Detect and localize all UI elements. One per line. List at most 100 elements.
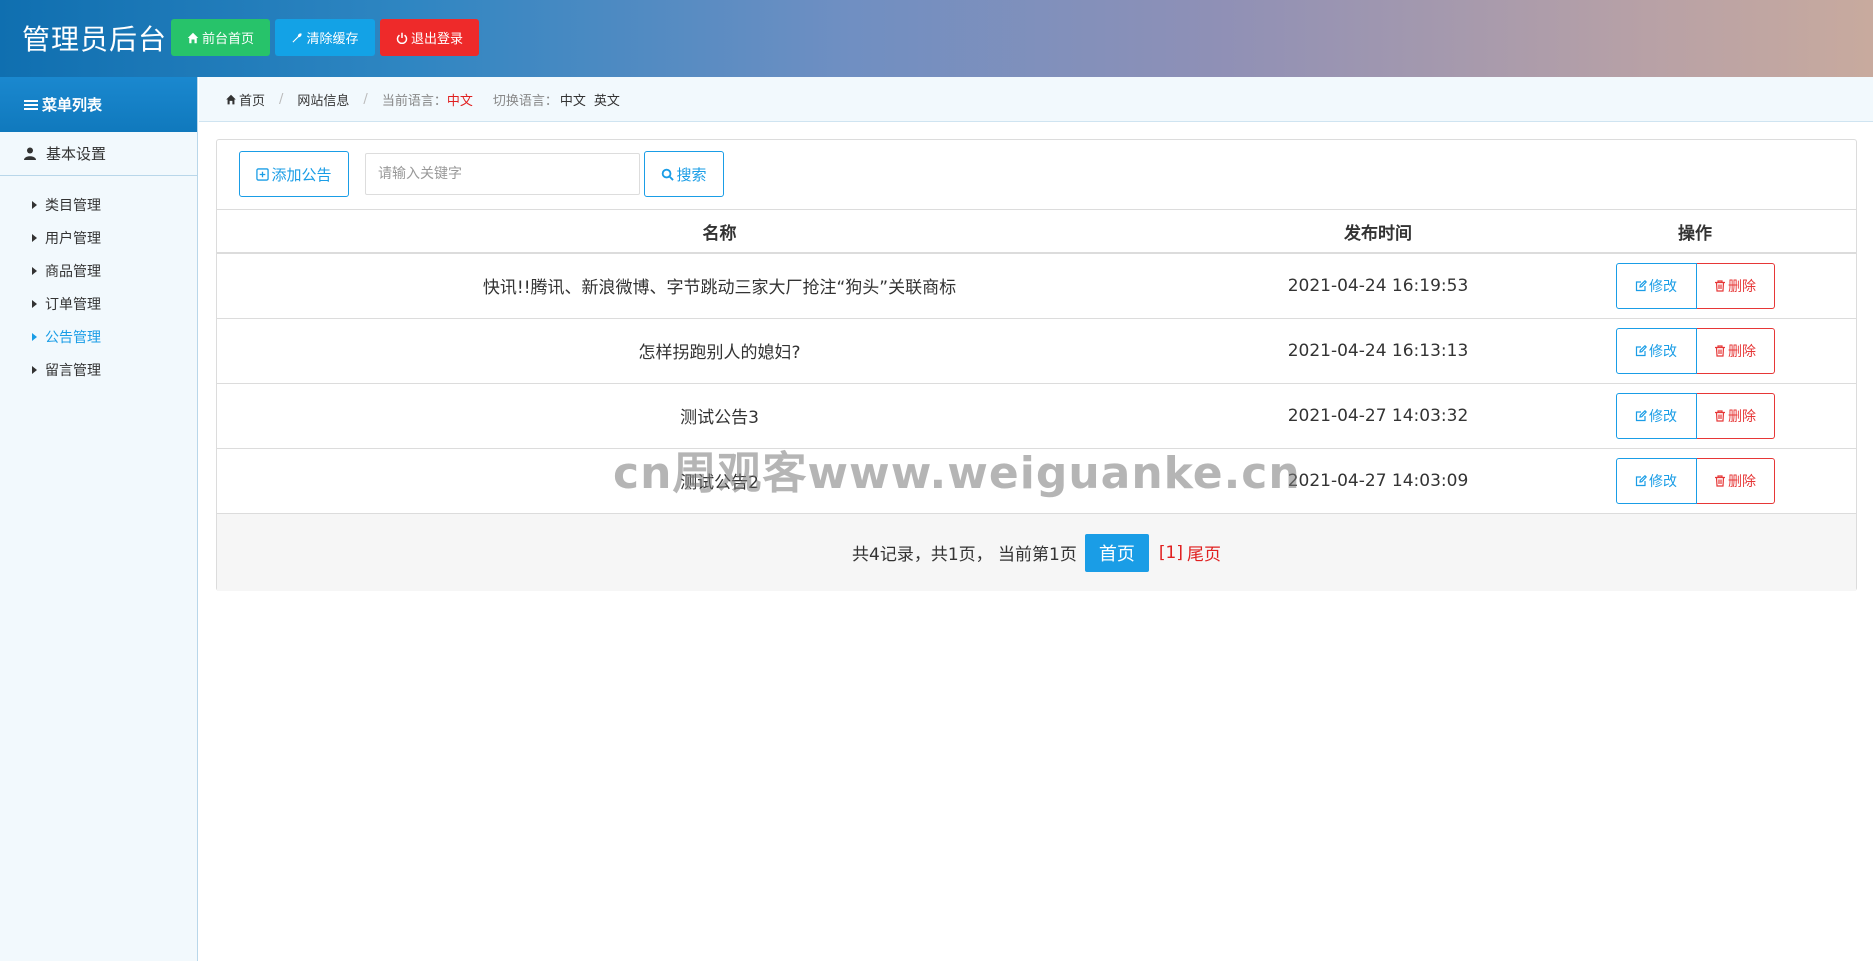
table-row: 测试公告3 2021-04-27 14:03:32 修改 删除 [217,383,1856,449]
first-page-button[interactable]: 首页 [1084,533,1149,572]
edit-icon [1635,409,1647,421]
caret-right-icon [32,266,37,275]
add-announcement-button[interactable]: 添加公告 [239,151,349,197]
sidebar-item-label: 订单管理 [45,296,101,313]
menu-list-label: 菜单列表 [42,96,103,114]
keyword-search-input[interactable] [365,153,640,195]
column-header-name: 名称 [217,210,1222,254]
sidebar-item-label: 商品管理 [45,263,101,280]
add-announcement-label: 添加公告 [271,165,332,184]
edit-label: 修改 [1649,278,1677,295]
sidebar-item-products[interactable]: 商品管理 [0,254,197,287]
sidebar-item-label: 留言管理 [45,362,101,379]
edit-label: 修改 [1649,408,1677,425]
sidebar-group-label: 基本设置 [46,145,107,163]
announcement-time: 2021-04-24 16:19:53 [1222,253,1534,319]
sidebar-item-announcements[interactable]: 公告管理 [0,320,197,353]
language-english-link[interactable]: 英文 [594,90,620,109]
row-actions: 修改 删除 [1534,448,1856,514]
column-header-time: 发布时间 [1222,210,1534,254]
table-row: 怎样拐跑别人的媳妇? 2021-04-24 16:13:13 修改 删除 [217,318,1856,384]
trash-icon [1715,474,1725,487]
breadcrumb-separator: / [363,91,368,107]
breadcrumb: 首页 / 网站信息 / 当前语言： 中文 切换语言： 中文 英文 [199,77,1873,122]
sidebar-item-category[interactable]: 类目管理 [0,188,197,221]
sidebar-items: 类目管理 用户管理 商品管理 订单管理 公告管理 留言管理 [0,176,197,386]
edit-button[interactable]: 修改 [1615,262,1697,309]
row-actions: 修改 删除 [1534,318,1856,384]
announcement-time: 2021-04-24 16:13:13 [1222,318,1534,384]
delete-label: 删除 [1728,278,1756,295]
delete-button[interactable]: 删除 [1696,392,1775,439]
sidebar-item-label: 公告管理 [45,329,101,346]
home-icon [187,32,199,43]
switch-language-label: 切换语言： [492,93,558,109]
language-chinese-link[interactable]: 中文 [560,90,586,109]
sidebar-item-users[interactable]: 用户管理 [0,221,197,254]
trash-icon [1715,280,1725,292]
edit-button[interactable]: 修改 [1615,327,1697,374]
announcement-table: 名称 发布时间 操作 快讯!!腾讯、新浪微博、字节跳动三家大厂抢注“狗头”关联商… [217,210,1856,514]
row-actions: 修改 删除 [1534,253,1856,319]
user-icon [24,147,36,160]
delete-button[interactable]: 删除 [1696,327,1775,374]
breadcrumb-separator: / [279,91,284,107]
caret-right-icon [32,200,37,209]
sidebar-item-label: 类目管理 [45,197,101,214]
edit-button[interactable]: 修改 [1615,457,1697,504]
announcement-time: 2021-04-27 14:03:09 [1222,448,1534,514]
delete-button[interactable]: 删除 [1696,262,1775,309]
breadcrumb-home-link[interactable]: 首页 [239,90,265,109]
search-label: 搜索 [676,165,707,184]
caret-right-icon [32,233,37,242]
last-page-link[interactable]: 尾页 [1187,540,1221,565]
plus-square-icon [256,167,270,181]
edit-icon [1635,344,1647,356]
trash-icon [1715,344,1725,357]
frontend-home-button[interactable]: 前台首页 [171,19,270,56]
edit-label: 修改 [1649,473,1677,490]
current-page-link[interactable]: [1] [1159,543,1183,563]
logout-button[interactable]: 退出登录 [380,19,479,56]
edit-label: 修改 [1649,343,1677,360]
search-button[interactable]: 搜索 [644,151,724,197]
caret-right-icon [32,332,37,341]
pagination: 共4记录，共1页， 当前第1页 首页 [1] 尾页 [217,514,1856,591]
toolbar: 添加公告 搜索 [217,140,1856,210]
edit-icon [1635,474,1647,486]
edit-icon [1635,279,1647,291]
sidebar: 菜单列表 基本设置 类目管理 用户管理 商品管理 订单管理 公告管理 留言管理 [0,77,198,961]
pagination-summary: 共4记录，共1页， 当前第1页 [852,545,1077,565]
announcement-panel: 添加公告 搜索 名称 发布时间 操作 快讯!!腾讯、新浪微博、字节跳动三家大厂抢… [216,139,1857,591]
logout-label: 退出登录 [410,32,463,47]
search-icon [662,168,675,181]
row-actions: 修改 删除 [1534,383,1856,449]
admin-title: 管理员后台 [22,23,168,56]
menu-list-heading: 菜单列表 [0,77,197,132]
top-header: 管理员后台 前台首页 清除缓存 退出登录 [0,0,1873,77]
clear-cache-label: 清除缓存 [306,32,359,47]
table-row: 快讯!!腾讯、新浪微博、字节跳动三家大厂抢注“狗头”关联商标 2021-04-2… [217,253,1856,319]
column-header-actions: 操作 [1534,210,1856,254]
current-language-label: 当前语言： [381,93,447,109]
announcement-name: 快讯!!腾讯、新浪微博、字节跳动三家大厂抢注“狗头”关联商标 [217,253,1222,319]
current-language-value: 中文 [446,93,473,109]
clear-cache-button[interactable]: 清除缓存 [275,19,375,56]
table-header-row: 名称 发布时间 操作 [217,210,1856,254]
sidebar-item-label: 用户管理 [45,230,101,247]
breadcrumb-site-info-link[interactable]: 网站信息 [297,90,349,109]
edit-button[interactable]: 修改 [1615,392,1697,439]
frontend-home-label: 前台首页 [201,32,254,47]
announcement-time: 2021-04-27 14:03:32 [1222,383,1534,449]
table-row: 测试公告2 2021-04-27 14:03:09 修改 删除 [217,448,1856,514]
sidebar-item-messages[interactable]: 留言管理 [0,353,197,386]
caret-right-icon [32,299,37,308]
caret-right-icon [32,365,37,374]
delete-label: 删除 [1728,343,1756,360]
sidebar-group-basic-settings[interactable]: 基本设置 [0,132,197,176]
delete-button[interactable]: 删除 [1696,457,1775,504]
sidebar-item-orders[interactable]: 订单管理 [0,287,197,320]
wrench-icon [292,32,303,42]
home-icon [226,94,236,104]
delete-label: 删除 [1728,408,1756,425]
